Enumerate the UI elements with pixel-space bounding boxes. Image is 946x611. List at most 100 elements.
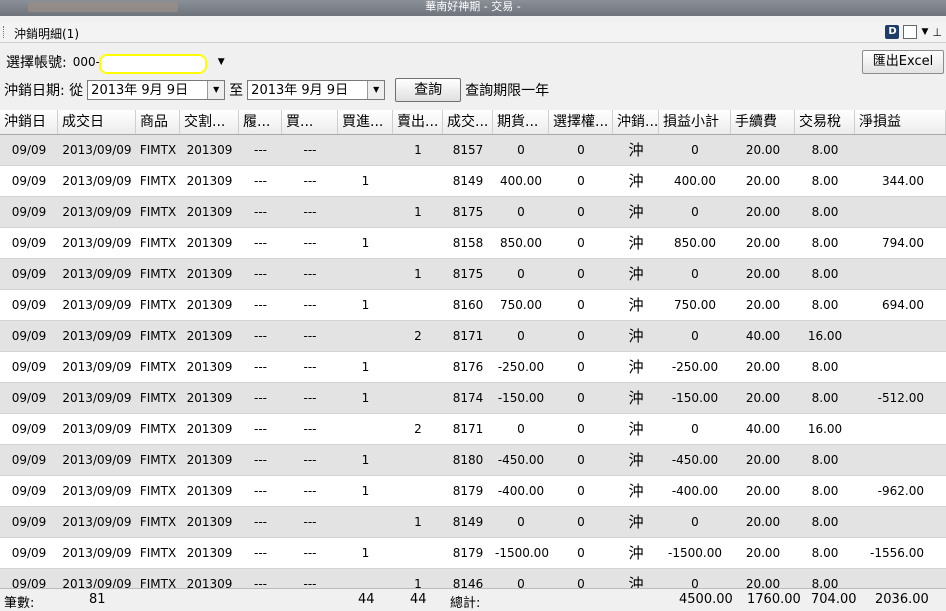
column-header[interactable]: 買進... [338, 110, 393, 134]
cell-s: --- [254, 360, 267, 374]
tax-total: 704.00 [811, 592, 857, 607]
cell-c: --- [303, 391, 317, 405]
cell-tax: 8.00 [811, 298, 839, 312]
from-date-picker[interactable]: 2013年 9月 9日 ▼ [87, 80, 226, 100]
column-header[interactable]: 期貨... [493, 110, 549, 134]
cell-s: --- [254, 174, 267, 188]
cell-c: --- [303, 360, 317, 374]
column-header[interactable]: 損益小計 [659, 110, 731, 134]
cell-td: 2013/09/09 [62, 515, 132, 529]
cell-p: FIMTX [139, 205, 177, 219]
cell-tax: 8.00 [811, 360, 839, 374]
cell-fee: 20.00 [745, 515, 781, 529]
cell-tax: 8.00 [811, 515, 839, 529]
column-header[interactable]: 買... [282, 110, 338, 134]
table-row[interactable]: 09/09 2013/09/09 FIMTX 201309 --- --- 1 8176 -25… [0, 352, 946, 383]
d-logo-icon[interactable]: D [885, 25, 900, 39]
column-header[interactable]: 沖銷日 [0, 110, 58, 134]
column-header[interactable]: 成交日 [58, 110, 136, 134]
cell-px: 8158 [452, 236, 484, 250]
cell-fee: 20.00 [745, 391, 781, 405]
table-row[interactable]: 09/09 2013/09/09 FIMTX 201309 --- --- 1 8157 0 0 沖… [0, 135, 946, 166]
pin-icon[interactable]: ⊥ [932, 26, 942, 39]
table-row[interactable]: 09/09 2013/09/09 FIMTX 201309 --- --- 1 8160 750… [0, 290, 946, 321]
account-select[interactable]: 000- ▼ [71, 53, 227, 74]
cell-opt: 0 [577, 205, 585, 219]
sell-total: 44 [410, 592, 427, 607]
table-row[interactable]: 09/09 2013/09/09 FIMTX 201309 --- --- 1 8158 850… [0, 228, 946, 259]
note-icon[interactable] [903, 25, 918, 39]
table-row[interactable]: 09/09 2013/09/09 FIMTX 201309 --- --- 1 8149 400… [0, 166, 946, 197]
table-row[interactable]: 09/09 2013/09/09 FIMTX 201309 --- --- 1 8180 -45… [0, 445, 946, 476]
cell-pl: 0 [691, 515, 699, 529]
column-header[interactable]: 手續費 [731, 110, 795, 134]
table-header: 沖銷日 成交日 商品 交割... 履... 買... 買進... 賣出... 成交... 期貨..… [0, 110, 946, 135]
cell-pl: 0 [691, 267, 699, 281]
chevron-down-icon[interactable]: ▼ [921, 27, 928, 37]
table-row[interactable]: 09/09 2013/09/09 FIMTX 201309 --- --- 1 8179 -15… [0, 538, 946, 569]
cell-opt: 0 [577, 422, 585, 436]
chevron-down-icon[interactable]: ▼ [367, 81, 385, 99]
cell-q [393, 166, 443, 196]
cell-q [393, 476, 443, 506]
column-header[interactable]: 履... [239, 110, 282, 134]
cell-net: 794.00 [882, 236, 924, 250]
cell-px: 8171 [452, 329, 484, 343]
table-row[interactable]: 09/09 2013/09/09 FIMTX 201309 --- --- 2 8171 0 0 沖… [0, 414, 946, 445]
cell-p: FIMTX [139, 546, 177, 560]
cell-pl: 0 [691, 205, 699, 219]
column-header[interactable]: 成交... [443, 110, 493, 134]
cell-net [855, 197, 946, 227]
cell-fut: -1500.00 [495, 546, 549, 560]
column-header[interactable]: 選擇權... [549, 110, 613, 134]
table-row[interactable]: 09/09 2013/09/09 FIMTX 201309 --- --- 1 8179 -40… [0, 476, 946, 507]
cell-f: 沖 [628, 513, 644, 531]
column-header[interactable]: 交易稅 [795, 110, 855, 134]
from-date-value: 2013年 9月 9日 [91, 83, 189, 98]
cell-opt: 0 [577, 453, 585, 467]
table-row[interactable]: 09/09 2013/09/09 FIMTX 201309 --- --- 1 8175 0 0 沖… [0, 259, 946, 290]
date-from-label: 沖銷日期: 從 [4, 83, 84, 99]
cell-c: --- [303, 298, 317, 312]
table-row[interactable]: 09/09 2013/09/09 FIMTX 201309 --- --- 2 8171 0 0 沖… [0, 321, 946, 352]
count-label: 筆數: [4, 596, 35, 611]
cell-px: 8176 [452, 360, 484, 374]
chevron-down-icon[interactable]: ▼ [207, 81, 225, 99]
cell-c: --- [303, 546, 317, 560]
cell-c: --- [303, 484, 317, 498]
fee-total: 1760.00 [747, 592, 801, 607]
chevron-down-icon[interactable]: ▼ [218, 53, 225, 71]
column-header[interactable]: 淨損益 [855, 110, 946, 134]
cell-m: 201309 [186, 484, 233, 498]
cell-fee: 20.00 [745, 205, 781, 219]
column-header[interactable]: 交割... [180, 110, 239, 134]
cell-opt: 0 [577, 298, 585, 312]
drag-grip-icon[interactable] [3, 26, 7, 38]
cell-net: 344.00 [882, 174, 924, 188]
export-excel-button[interactable]: 匯出Excel [862, 50, 944, 74]
cell-p: FIMTX [139, 484, 177, 498]
column-header[interactable]: 商品 [136, 110, 180, 134]
cell-opt: 0 [577, 329, 585, 343]
cell-tax: 8.00 [811, 174, 839, 188]
to-date-picker[interactable]: 2013年 9月 9日 ▼ [247, 80, 386, 100]
buy-total: 44 [358, 592, 375, 607]
table-row[interactable]: 09/09 2013/09/09 FIMTX 201309 --- --- 1 8174 -15… [0, 383, 946, 414]
query-button[interactable]: 查詢 [395, 78, 462, 102]
cell-px: 8171 [452, 422, 484, 436]
table-row[interactable]: 09/09 2013/09/09 FIMTX 201309 --- --- 1 8149 0 0 沖… [0, 507, 946, 538]
cell-b: 1 [361, 360, 370, 374]
cell-f: 沖 [628, 141, 644, 159]
column-header[interactable]: 沖銷... [613, 110, 659, 134]
table-row[interactable]: 09/09 2013/09/09 FIMTX 201309 --- --- 1 8175 0 0 沖… [0, 197, 946, 228]
cell-pl: -250.00 [671, 360, 719, 374]
cell-q: 1 [414, 205, 422, 219]
cell-f: 沖 [628, 358, 644, 376]
cell-c: --- [303, 174, 317, 188]
cell-fut: -250.00 [497, 360, 545, 374]
query-note: 查詢期限一年 [465, 83, 550, 99]
cell-fut: -150.00 [497, 391, 545, 405]
column-header[interactable]: 賣出... [393, 110, 443, 134]
cell-c: --- [303, 422, 317, 436]
cell-fut: -450.00 [497, 453, 545, 467]
